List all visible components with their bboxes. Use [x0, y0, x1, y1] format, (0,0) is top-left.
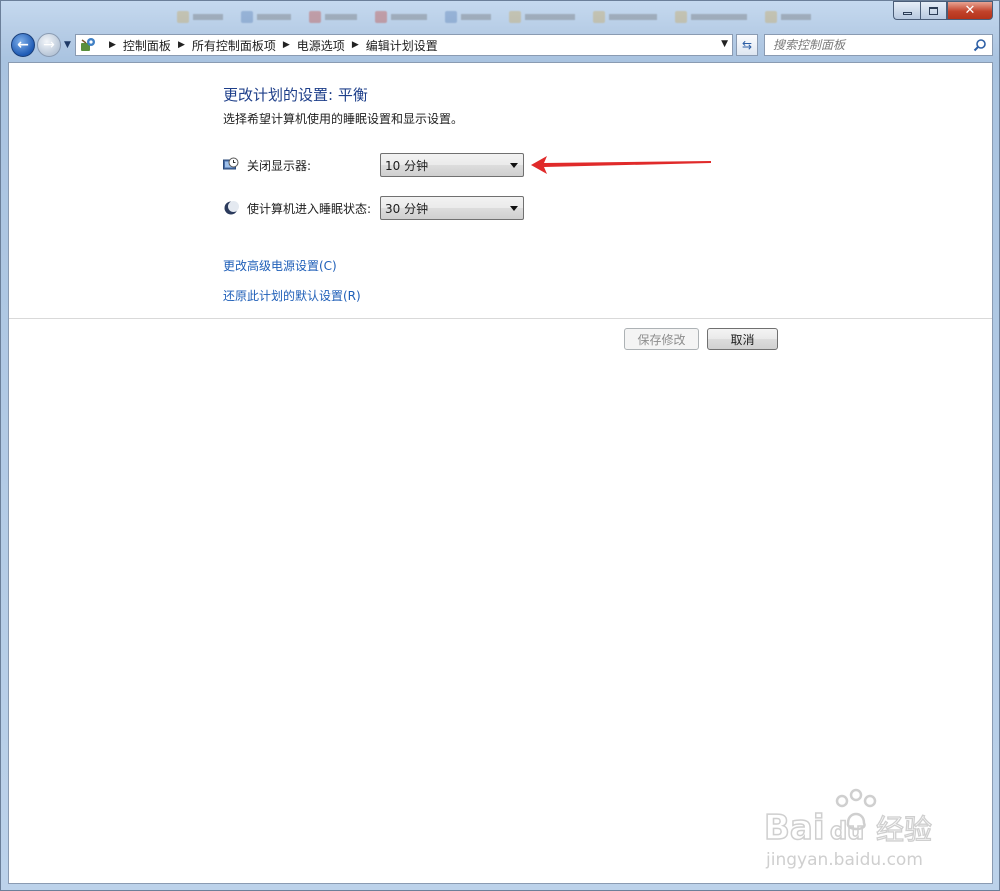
breadcrumb-separator-icon[interactable]: ▶ — [109, 40, 116, 50]
breadcrumb-power-options[interactable]: 电源选项 — [297, 37, 345, 54]
window-frame: ✕ ← → ▼ ▶ 控制面板 ▶ 所有控制面板项 ▶ 电源选项 ▶ 编辑计划设置 — [0, 0, 1000, 891]
maximize-button[interactable] — [920, 1, 947, 20]
breadcrumb-all-items[interactable]: 所有控制面板项 — [192, 37, 276, 54]
svg-text:经验: 经验 — [876, 813, 932, 846]
page-title: 更改计划的设置: 平衡 — [223, 86, 368, 104]
navigation-bar: ← → ▼ ▶ 控制面板 ▶ 所有控制面板项 ▶ 电源选项 ▶ 编辑计划设置 ▼ — [7, 32, 995, 60]
title-bar: ✕ — [1, 1, 999, 31]
svg-text:du: du — [830, 817, 864, 845]
annotation-arrow-icon — [531, 156, 711, 174]
divider — [9, 318, 992, 319]
address-bar[interactable]: ▶ 控制面板 ▶ 所有控制面板项 ▶ 电源选项 ▶ 编辑计划设置 ▼ — [75, 34, 733, 56]
close-icon: ✕ — [964, 3, 976, 18]
back-arrow-icon: ← — [17, 37, 29, 53]
breadcrumb-separator-icon[interactable]: ▶ — [178, 40, 185, 50]
address-history-dropdown-icon[interactable]: ▼ — [721, 39, 728, 49]
search-box — [764, 34, 993, 56]
search-icon[interactable] — [973, 38, 987, 52]
chevron-down-icon — [510, 162, 518, 168]
svg-text:Bai: Bai — [764, 808, 825, 848]
sleep-value: 30 分钟 — [385, 201, 429, 216]
breadcrumb-control-panel[interactable]: 控制面板 — [123, 37, 171, 54]
setting-row-display-off: 关闭显示器: 10 分钟 — [223, 153, 524, 177]
display-off-label: 关闭显示器: — [247, 158, 312, 173]
refresh-button[interactable]: ⇆ — [736, 34, 758, 56]
page-subtitle: 选择希望计算机使用的睡眠设置和显示设置。 — [223, 112, 464, 126]
minimize-button[interactable] — [893, 1, 920, 20]
back-button[interactable]: ← — [11, 33, 35, 57]
maximize-icon — [929, 6, 938, 15]
content-pane: 更改计划的设置: 平衡 选择希望计算机使用的睡眠设置和显示设置。 关闭显示器: … — [8, 62, 993, 884]
monitor-clock-icon — [223, 157, 239, 173]
baidu-jingyan-watermark-logo: Bai du 经验 jingyan.baidu.com — [764, 788, 933, 870]
refresh-icon: ⇆ — [741, 38, 753, 52]
window-controls: ✕ — [893, 1, 993, 20]
forward-button[interactable]: → — [37, 33, 61, 57]
chevron-down-icon — [510, 205, 518, 211]
background-bookmarks — [171, 7, 817, 29]
display-off-value: 10 分钟 — [385, 158, 429, 173]
display-off-select[interactable]: 10 分钟 — [380, 153, 524, 177]
minimize-icon — [902, 12, 912, 15]
save-changes-button[interactable]: 保存修改 — [624, 328, 699, 350]
cancel-button[interactable]: 取消 — [707, 328, 778, 350]
control-panel-icon — [80, 37, 96, 53]
breadcrumb-separator-icon[interactable]: ▶ — [352, 40, 359, 50]
breadcrumb-separator-icon[interactable]: ▶ — [283, 40, 290, 50]
sleep-select[interactable]: 30 分钟 — [380, 196, 524, 220]
search-input[interactable] — [765, 35, 965, 55]
svg-text:jingyan.baidu.com: jingyan.baidu.com — [765, 850, 923, 870]
restore-defaults-link[interactable]: 还原此计划的默认设置(R) — [223, 287, 361, 304]
moon-icon — [223, 200, 239, 216]
sleep-label: 使计算机进入睡眠状态: — [247, 201, 372, 216]
forward-arrow-icon: → — [43, 37, 55, 53]
setting-row-sleep: 使计算机进入睡眠状态: 30 分钟 — [223, 196, 524, 220]
breadcrumb-edit-plan[interactable]: 编辑计划设置 — [366, 37, 438, 54]
advanced-power-settings-link[interactable]: 更改高级电源设置(C) — [223, 257, 337, 274]
recent-pages-dropdown-icon[interactable]: ▼ — [64, 40, 71, 50]
close-button[interactable]: ✕ — [947, 1, 993, 20]
